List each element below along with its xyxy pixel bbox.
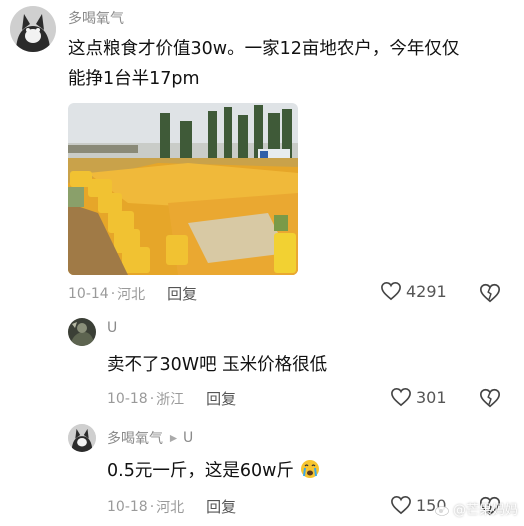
- avatar[interactable]: [68, 318, 96, 346]
- comment-text: 这点粮食才价值30w。一家12亩地农户，今年仅仅能挣1台半17pm: [68, 39, 460, 89]
- comment-date: 10-18: [107, 390, 148, 407]
- like-button[interactable]: 301: [390, 387, 447, 407]
- cat-avatar-icon: [10, 6, 56, 52]
- avatar[interactable]: [10, 6, 56, 52]
- meta-separator: ·: [149, 498, 155, 515]
- corn-harvest-photo[interactable]: [68, 103, 298, 275]
- comment-location: 河北: [117, 286, 146, 303]
- comment-text-body: 0.5元一斤，这是60w斤: [107, 461, 294, 481]
- crying-face-icon: [300, 460, 319, 478]
- comment-location: 河北: [156, 499, 185, 516]
- broken-heart-icon[interactable]: [479, 282, 501, 304]
- like-count: 301: [416, 387, 447, 407]
- username[interactable]: 多喝氧气: [68, 8, 124, 28]
- heart-outline-icon: [391, 495, 411, 515]
- reply-header: 多喝氧气 U: [107, 428, 193, 448]
- triangle-right-icon: [169, 434, 178, 442]
- heart-outline-icon: [391, 387, 411, 407]
- comment-meta: 10-14 · 河北 回复: [68, 283, 197, 304]
- reply-button[interactable]: 回复: [167, 283, 197, 304]
- comment-date: 10-14: [68, 285, 109, 302]
- reply-button[interactable]: 回复: [206, 388, 236, 409]
- meta-separator: ·: [110, 285, 116, 302]
- avatar[interactable]: [68, 424, 96, 452]
- heart-outline-icon: [381, 281, 401, 301]
- like-button[interactable]: 4291: [380, 281, 447, 301]
- dark-avatar-icon: [68, 318, 96, 346]
- watermark-text: @芒果妈妈: [452, 503, 518, 518]
- weibo-icon: [435, 505, 449, 516]
- comment-date: 10-18: [107, 498, 148, 515]
- comment-meta: 10-18 · 河北 回复: [107, 496, 236, 517]
- reply-button[interactable]: 回复: [206, 496, 236, 517]
- username[interactable]: 多喝氧气: [107, 428, 163, 448]
- watermark: @芒果妈妈: [435, 499, 518, 518]
- comment-location: 浙江: [156, 391, 185, 408]
- comment-text: 卖不了30W吧 玉米价格很低: [107, 355, 328, 375]
- broken-heart-icon[interactable]: [479, 387, 501, 409]
- meta-separator: ·: [149, 390, 155, 407]
- reply-to-username[interactable]: U: [183, 430, 193, 446]
- like-count: 4291: [406, 281, 447, 301]
- comment-meta: 10-18 · 浙江 回复: [107, 388, 236, 409]
- cat-avatar-icon: [68, 424, 96, 452]
- comment-text: 0.5元一斤，这是60w斤: [107, 456, 467, 486]
- username[interactable]: U: [107, 320, 117, 336]
